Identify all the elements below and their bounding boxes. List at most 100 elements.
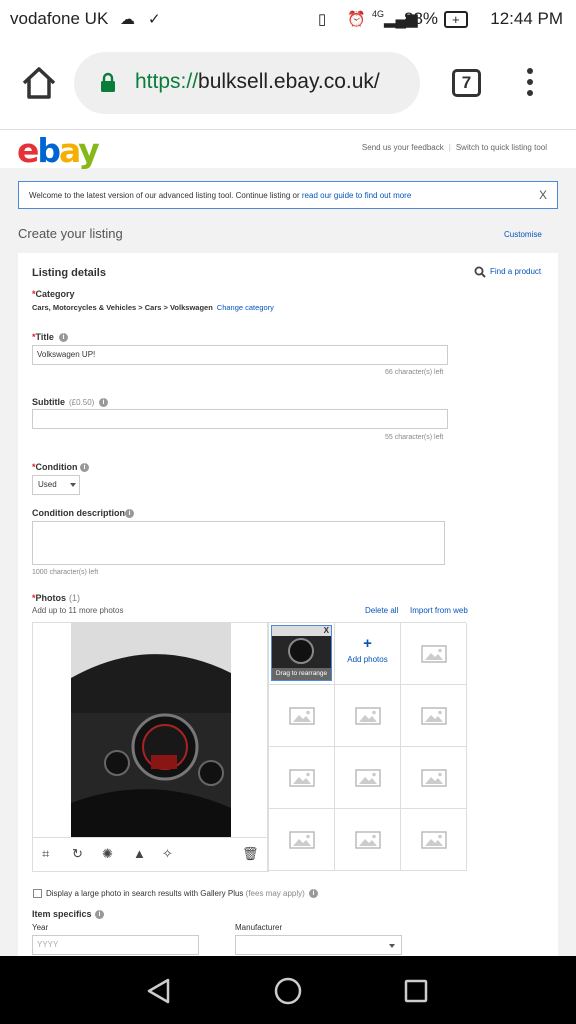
category-label: *Category [32, 289, 75, 299]
photo-slot[interactable] [269, 747, 335, 809]
quick-listing-link[interactable]: Switch to quick listing tool [456, 143, 547, 152]
home-icon[interactable] [20, 64, 58, 102]
photo-editing-toolbar: ⌗ ↻ ✺ ▲ ✧ 🗑 [32, 837, 268, 872]
vibrate-icon: ▯ [318, 11, 327, 28]
page-title: Create your listing [18, 226, 123, 241]
item-specifics-label: Item specifics [32, 909, 92, 919]
info-icon[interactable]: i [59, 333, 68, 342]
image-placeholder-icon [355, 769, 381, 787]
photo-slot[interactable] [401, 747, 467, 809]
carrier-name: vodafone UK [10, 9, 109, 28]
photo-slot[interactable] [269, 685, 335, 747]
chevron-down-icon [389, 944, 395, 948]
add-icon: + [363, 635, 372, 652]
info-icon[interactable]: i [80, 463, 89, 472]
crop-icon[interactable]: ⌗ [42, 846, 49, 862]
guide-link[interactable]: read our guide to find out more [302, 191, 411, 200]
feedback-link[interactable]: Send us your feedback [362, 143, 444, 152]
url-bar[interactable]: https://bulksell.ebay.co.uk/ [74, 52, 420, 114]
category-path: Cars, Motorcycles & Vehicles > Cars > Vo… [32, 303, 274, 312]
import-from-web-link[interactable]: Import from web [410, 606, 468, 615]
battery-percent: 88% [404, 9, 439, 28]
browser-toolbar: https://bulksell.ebay.co.uk/ 7 [0, 38, 576, 130]
subtitle-char-count: 55 character(s) left [385, 434, 444, 441]
photos-label: *Photos (1) [32, 593, 81, 603]
customise-link[interactable]: Customise [504, 230, 542, 239]
rotate-icon[interactable]: ↻ [72, 846, 83, 862]
drag-hint: Drag to rearrange [272, 668, 331, 680]
photo-grid: X Drag to rearrange + Add photos [268, 622, 467, 872]
title-label: *Title [32, 332, 54, 342]
status-bar: vodafone UK ☁ ✓ ▯ ⏰ 4G ▂▄▆ 88% + 12:44 P… [0, 0, 576, 38]
cloud-icon: ☁ [120, 11, 135, 28]
main-photo-preview[interactable] [32, 622, 268, 872]
image-placeholder-icon [421, 769, 447, 787]
dashboard-photo [71, 623, 231, 837]
photo-slot[interactable] [401, 809, 467, 871]
subtitle-input[interactable] [32, 409, 448, 429]
year-label: Year [32, 923, 49, 932]
trash-icon[interactable]: 🗑 [242, 846, 259, 862]
info-icon[interactable]: i [309, 889, 318, 898]
welcome-banner: Welcome to the latest version of our adv… [18, 181, 558, 209]
menu-icon[interactable] [522, 68, 538, 100]
alarm-icon: ⏰ [347, 11, 366, 28]
condition-description-textarea[interactable] [32, 521, 445, 565]
site-header: ebay Send us your feedback | Switch to qui… [0, 130, 576, 170]
image-placeholder-icon [421, 831, 447, 849]
ebay-logo[interactable]: ebay [17, 131, 100, 170]
brightness-icon[interactable]: ✺ [102, 846, 113, 862]
remove-photo-button[interactable]: X [324, 626, 329, 635]
gallery-plus-checkbox[interactable] [33, 889, 42, 898]
chevron-down-icon [70, 483, 76, 487]
photo-slot[interactable] [335, 685, 401, 747]
photo-slot[interactable] [335, 809, 401, 871]
back-icon[interactable] [146, 978, 172, 1004]
year-input[interactable]: YYYY [32, 935, 199, 955]
search-icon [474, 266, 486, 278]
image-placeholder-icon [289, 707, 315, 725]
photo-thumbnail[interactable]: X Drag to rearrange [269, 623, 335, 685]
home-circle-icon[interactable] [274, 977, 302, 1005]
manufacturer-select[interactable] [235, 935, 402, 955]
section-title: Listing details [32, 267, 106, 279]
condition-description-char-count: 1000 character(s) left [32, 569, 99, 576]
info-icon[interactable]: i [99, 398, 108, 407]
contrast-icon[interactable]: ▲ [133, 846, 146, 861]
image-placeholder-icon [421, 707, 447, 725]
recents-icon[interactable] [404, 979, 428, 1003]
web-page: ebay Send us your feedback | Switch to qui… [0, 130, 576, 956]
image-placeholder-icon [355, 831, 381, 849]
photo-slot[interactable] [401, 685, 467, 747]
photo-slot[interactable] [335, 747, 401, 809]
find-product-link[interactable]: Find a product [474, 266, 541, 278]
tab-switcher-button[interactable]: 7 [452, 69, 481, 97]
thumbnail-image: X Drag to rearrange [271, 625, 332, 681]
info-icon[interactable]: i [125, 509, 134, 518]
image-placeholder-icon [289, 831, 315, 849]
title-input[interactable]: Volkswagen UP! [32, 345, 448, 365]
delete-all-link[interactable]: Delete all [365, 606, 398, 615]
add-photos-button[interactable]: + Add photos [335, 623, 401, 685]
network-type: 4G [372, 9, 385, 19]
auto-enhance-icon[interactable]: ✧ [162, 846, 173, 862]
condition-description-label: Condition description [32, 508, 125, 518]
condition-select[interactable]: Used [32, 475, 80, 495]
subtitle-label: Subtitle [32, 397, 65, 407]
photo-slot[interactable] [401, 623, 467, 685]
photo-slot[interactable] [269, 809, 335, 871]
banner-text: Welcome to the latest version of our adv… [29, 191, 302, 200]
battery-icon: + [444, 11, 468, 28]
system-nav-bar [0, 956, 576, 1024]
clock: 12:44 PM [490, 9, 563, 28]
info-icon[interactable]: i [95, 910, 104, 919]
close-banner-button[interactable]: X [539, 188, 547, 202]
gallery-plus-label: Display a large photo in search results … [46, 889, 305, 898]
image-placeholder-icon [355, 707, 381, 725]
lock-icon [101, 72, 115, 92]
manufacturer-label: Manufacturer [235, 923, 283, 932]
photos-hint: Add up to 11 more photos [32, 606, 124, 615]
change-category-link[interactable]: Change category [217, 303, 274, 312]
title-char-count: 66 character(s) left [385, 369, 444, 376]
condition-label: *Condition [32, 462, 78, 472]
